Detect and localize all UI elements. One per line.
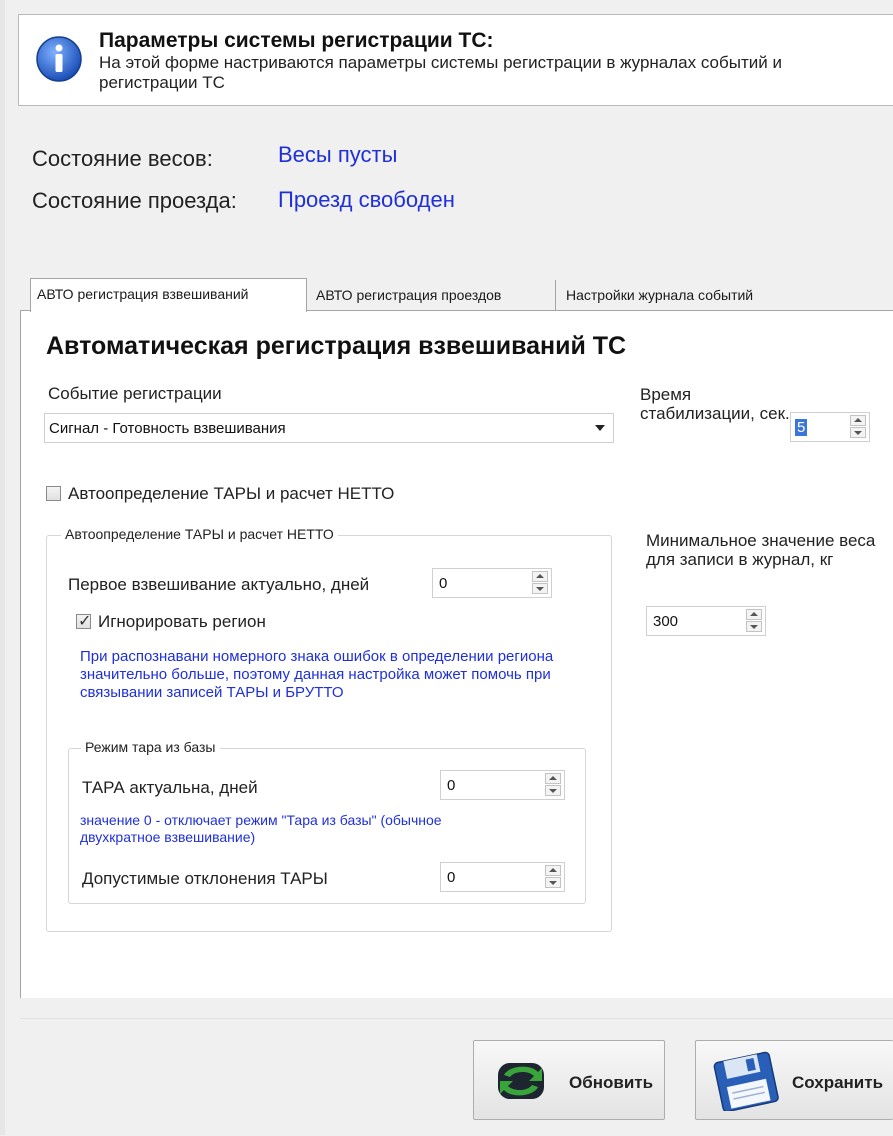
tare-actual-label: ТАРА актуальна, дней bbox=[82, 778, 258, 797]
arrow-up-icon bbox=[549, 868, 557, 872]
refresh-icon bbox=[498, 1063, 544, 1099]
stabilization-time-label: Время стабилизации, сек. bbox=[640, 385, 790, 423]
arrow-up-icon bbox=[549, 776, 557, 780]
ignore-region-note: При распознавани номерного знака ошибок … bbox=[80, 648, 554, 701]
spin-down-button[interactable] bbox=[532, 583, 548, 594]
passage-status-label: Состояние проезда: bbox=[32, 188, 237, 213]
tare-deviation-spinner[interactable]: 0 bbox=[440, 862, 565, 892]
spin-down-button[interactable] bbox=[545, 877, 561, 888]
event-select[interactable]: Сигнал - Готовность взвешивания bbox=[44, 413, 614, 443]
tare-deviation-label: Допустимые отклонения ТАРЫ bbox=[82, 869, 328, 888]
stabilization-time-value[interactable]: 5 bbox=[795, 419, 808, 436]
first-weighing-label: Первое взвешивание актуально, дней bbox=[68, 575, 370, 594]
tab-auto-passages[interactable]: АВТО регистрация проездов bbox=[310, 280, 556, 310]
stabilization-time-spinner[interactable]: 5 bbox=[790, 412, 870, 442]
floppy-disk-icon bbox=[713, 1051, 779, 1111]
tare-actual-spinner[interactable]: 0 bbox=[440, 770, 565, 800]
tare-auto-checkbox-label[interactable]: Автоопределение ТАРЫ и расчет НЕТТО bbox=[68, 484, 394, 504]
spin-down-button[interactable] bbox=[545, 785, 561, 796]
tare-deviation-value[interactable]: 0 bbox=[447, 869, 455, 886]
section-title: Автоматическая регистрация взвешиваний Т… bbox=[46, 332, 627, 360]
event-select-value: Сигнал - Готовность взвешивания bbox=[49, 420, 286, 437]
tab-auto-weighing[interactable]: АВТО регистрация взвешиваний bbox=[30, 278, 307, 312]
arrow-up-icon bbox=[854, 418, 862, 422]
first-weighing-value[interactable]: 0 bbox=[439, 575, 447, 592]
arrow-down-icon bbox=[854, 431, 862, 435]
spin-up-button[interactable] bbox=[545, 865, 561, 876]
arrow-up-icon bbox=[536, 574, 544, 578]
arrow-down-icon bbox=[549, 881, 557, 885]
spin-up-button[interactable] bbox=[850, 415, 866, 426]
tab-event-log-settings[interactable]: Настройки журнала событий bbox=[560, 280, 820, 310]
window-left-edge bbox=[0, 0, 5, 1135]
checkmark-icon: ✓ bbox=[78, 613, 92, 630]
min-weight-value[interactable]: 300 bbox=[653, 613, 678, 630]
tare-actual-value[interactable]: 0 bbox=[447, 777, 455, 794]
spin-up-button[interactable] bbox=[532, 571, 548, 582]
header-title: Параметры системы регистрации ТС: bbox=[99, 29, 494, 52]
min-weight-label: Минимальное значение веса для записи в ж… bbox=[646, 531, 876, 569]
arrow-down-icon bbox=[536, 587, 544, 591]
dropdown-arrow-icon[interactable] bbox=[595, 425, 605, 431]
spin-up-button[interactable] bbox=[746, 609, 762, 620]
arrow-down-icon bbox=[549, 789, 557, 793]
first-weighing-spinner[interactable]: 0 bbox=[432, 568, 552, 598]
save-button[interactable]: Сохранить bbox=[695, 1040, 893, 1120]
ignore-region-checkbox[interactable]: ✓ bbox=[76, 613, 92, 630]
spin-up-button[interactable] bbox=[545, 773, 561, 784]
spin-down-button[interactable] bbox=[746, 621, 762, 632]
refresh-button-label: Обновить bbox=[569, 1073, 654, 1092]
passage-status-value: Проезд свободен bbox=[278, 187, 455, 212]
tare-from-db-group-title: Режим тара из базы bbox=[81, 739, 220, 755]
ignore-region-label[interactable]: Игнорировать регион bbox=[98, 612, 266, 632]
scales-status-label: Состояние весов: bbox=[32, 146, 213, 171]
event-label: Событие регистрации bbox=[48, 384, 222, 403]
save-button-label: Сохранить bbox=[792, 1073, 884, 1092]
info-icon bbox=[36, 36, 82, 82]
arrow-up-icon bbox=[750, 612, 758, 616]
tare-auto-checkbox[interactable] bbox=[46, 486, 61, 501]
arrow-down-icon bbox=[750, 625, 758, 629]
min-weight-spinner[interactable]: 300 bbox=[646, 606, 766, 636]
scales-status-value: Весы пусты bbox=[278, 142, 398, 167]
header-description: На этой форме настриваются параметры сис… bbox=[99, 53, 782, 92]
tare-actual-note: значение 0 - отключает режим "Тара из ба… bbox=[80, 812, 442, 845]
refresh-button[interactable]: Обновить bbox=[473, 1040, 665, 1120]
info-header-panel: Параметры системы регистрации ТС: На это… bbox=[18, 14, 893, 106]
spin-down-button[interactable] bbox=[850, 427, 866, 438]
tare-auto-group-title: Автоопределение ТАРЫ и расчет НЕТТО bbox=[61, 526, 338, 542]
